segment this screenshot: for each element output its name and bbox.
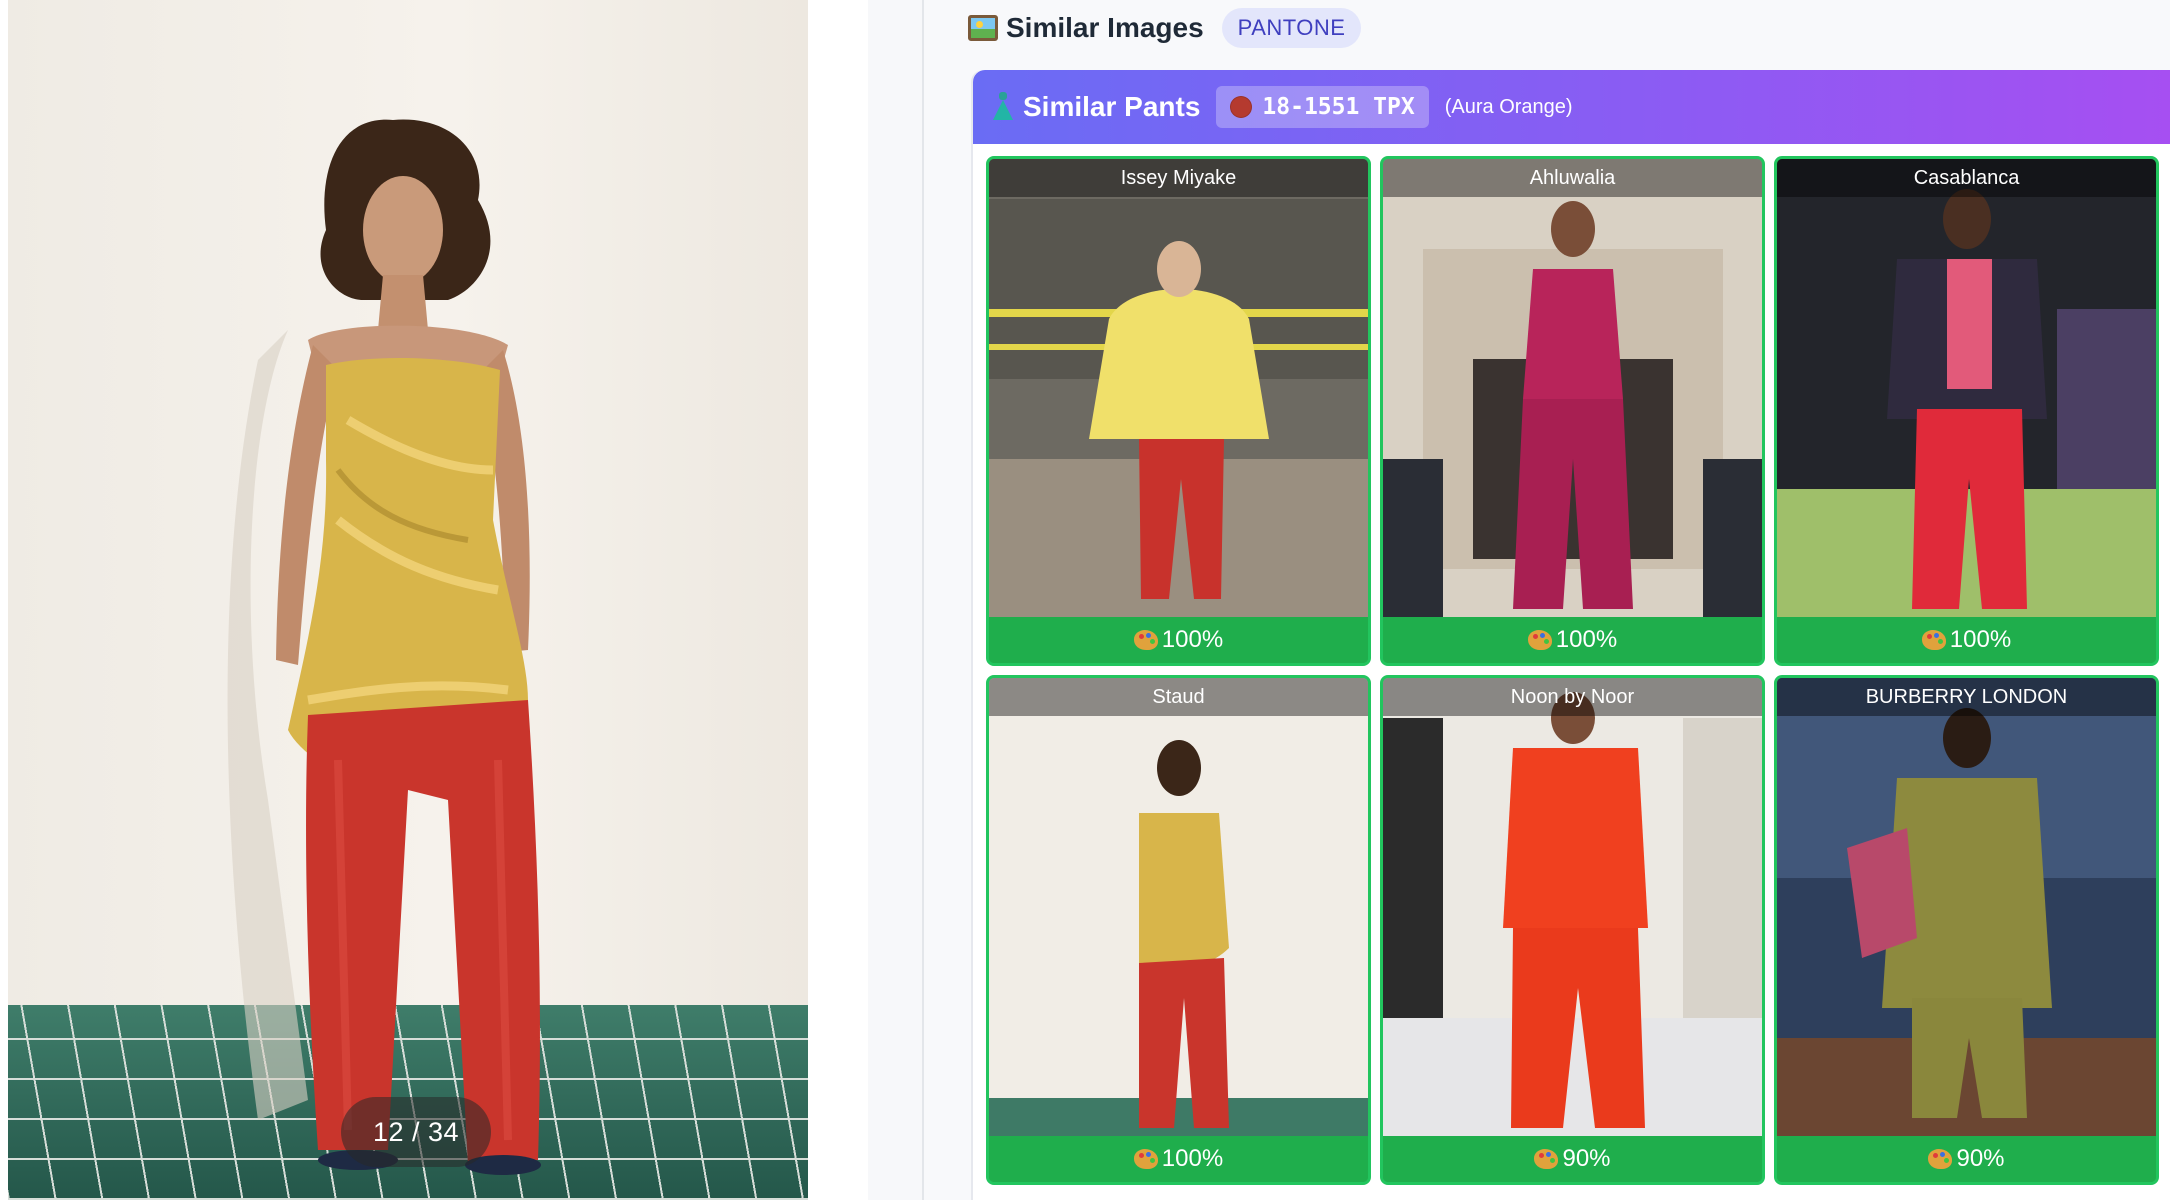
result-image <box>1383 678 1762 1136</box>
match-score: 100% <box>1777 617 2156 663</box>
result-image <box>1777 678 2156 1136</box>
model-figure <box>227 119 541 1175</box>
match-score: 90% <box>1777 1136 2156 1182</box>
brand-label: Staud <box>989 678 1368 716</box>
brand-label: BURBERRY LONDON <box>1777 678 2156 716</box>
card-title: Similar Pants <box>993 91 1200 123</box>
match-score-value: 100% <box>1949 626 2012 653</box>
panel-gutter <box>808 0 868 1200</box>
match-score: 100% <box>989 1136 1368 1182</box>
match-score-value: 100% <box>1555 626 1618 653</box>
card-title-label: Similar Pants <box>1023 91 1201 122</box>
card-header: Similar Pants 18-1551 TPX (Aura Orange) <box>973 70 2170 144</box>
pantone-code: 18-1551 TPX <box>1262 94 1415 120</box>
pantone-badge[interactable]: PANTONE <box>1221 8 1362 48</box>
result-image <box>989 678 1368 1136</box>
framed-picture-icon <box>968 15 998 41</box>
brand-label: Issey Miyake <box>989 159 1368 197</box>
result-tile[interactable]: Noon by Noor 90% <box>1380 675 1765 1185</box>
result-tile[interactable]: Staud 100% <box>986 675 1371 1185</box>
match-score: 100% <box>1383 617 1762 663</box>
similar-images-title: Similar Images <box>968 12 1204 44</box>
palette-icon <box>1921 630 1946 650</box>
similar-images-header: Similar Images PANTONE <box>968 6 1362 50</box>
similar-images-label: Similar Images <box>1006 12 1204 43</box>
result-tile[interactable]: Issey Miyake 100% <box>986 156 1371 666</box>
panel-divider[interactable] <box>868 0 924 1200</box>
color-swatch-icon <box>1230 96 1253 118</box>
similar-pants-card: Similar Pants 18-1551 TPX (Aura Orange) <box>971 70 2170 1200</box>
match-score-value: 100% <box>1161 626 1224 653</box>
palette-icon <box>1928 1149 1953 1169</box>
main-image-viewer[interactable]: 12 / 34 <box>8 0 808 1200</box>
result-image <box>1383 159 1762 617</box>
match-score-value: 90% <box>1956 1145 2005 1172</box>
palette-icon <box>1534 1149 1559 1169</box>
result-image <box>989 159 1368 617</box>
app-root: 12 / 34 Similar Images PANTONE Similar P… <box>0 0 2170 1200</box>
brand-label: Casablanca <box>1777 159 2156 197</box>
result-tile[interactable]: Ahluwalia 100% <box>1380 156 1765 666</box>
pantone-color-name: (Aura Orange) <box>1444 95 1573 118</box>
image-counter: 12 / 34 <box>341 1097 491 1167</box>
match-score: 90% <box>1383 1136 1762 1182</box>
result-tile[interactable]: BURBERRY LONDON 90% <box>1774 675 2159 1185</box>
match-score-value: 100% <box>1161 1145 1224 1172</box>
palette-icon <box>1133 630 1158 650</box>
result-image <box>1777 159 2156 617</box>
pantone-code-chip[interactable]: 18-1551 TPX <box>1216 86 1429 128</box>
match-score-value: 90% <box>1562 1145 1611 1172</box>
match-score: 100% <box>989 617 1368 663</box>
brand-label: Noon by Noor <box>1383 678 1762 716</box>
palette-icon <box>1133 1149 1158 1169</box>
brand-label: Ahluwalia <box>1383 159 1762 197</box>
palette-icon <box>1527 630 1552 650</box>
result-tile[interactable]: Casablanca 100% <box>1774 156 2159 666</box>
dress-icon <box>993 92 1013 122</box>
